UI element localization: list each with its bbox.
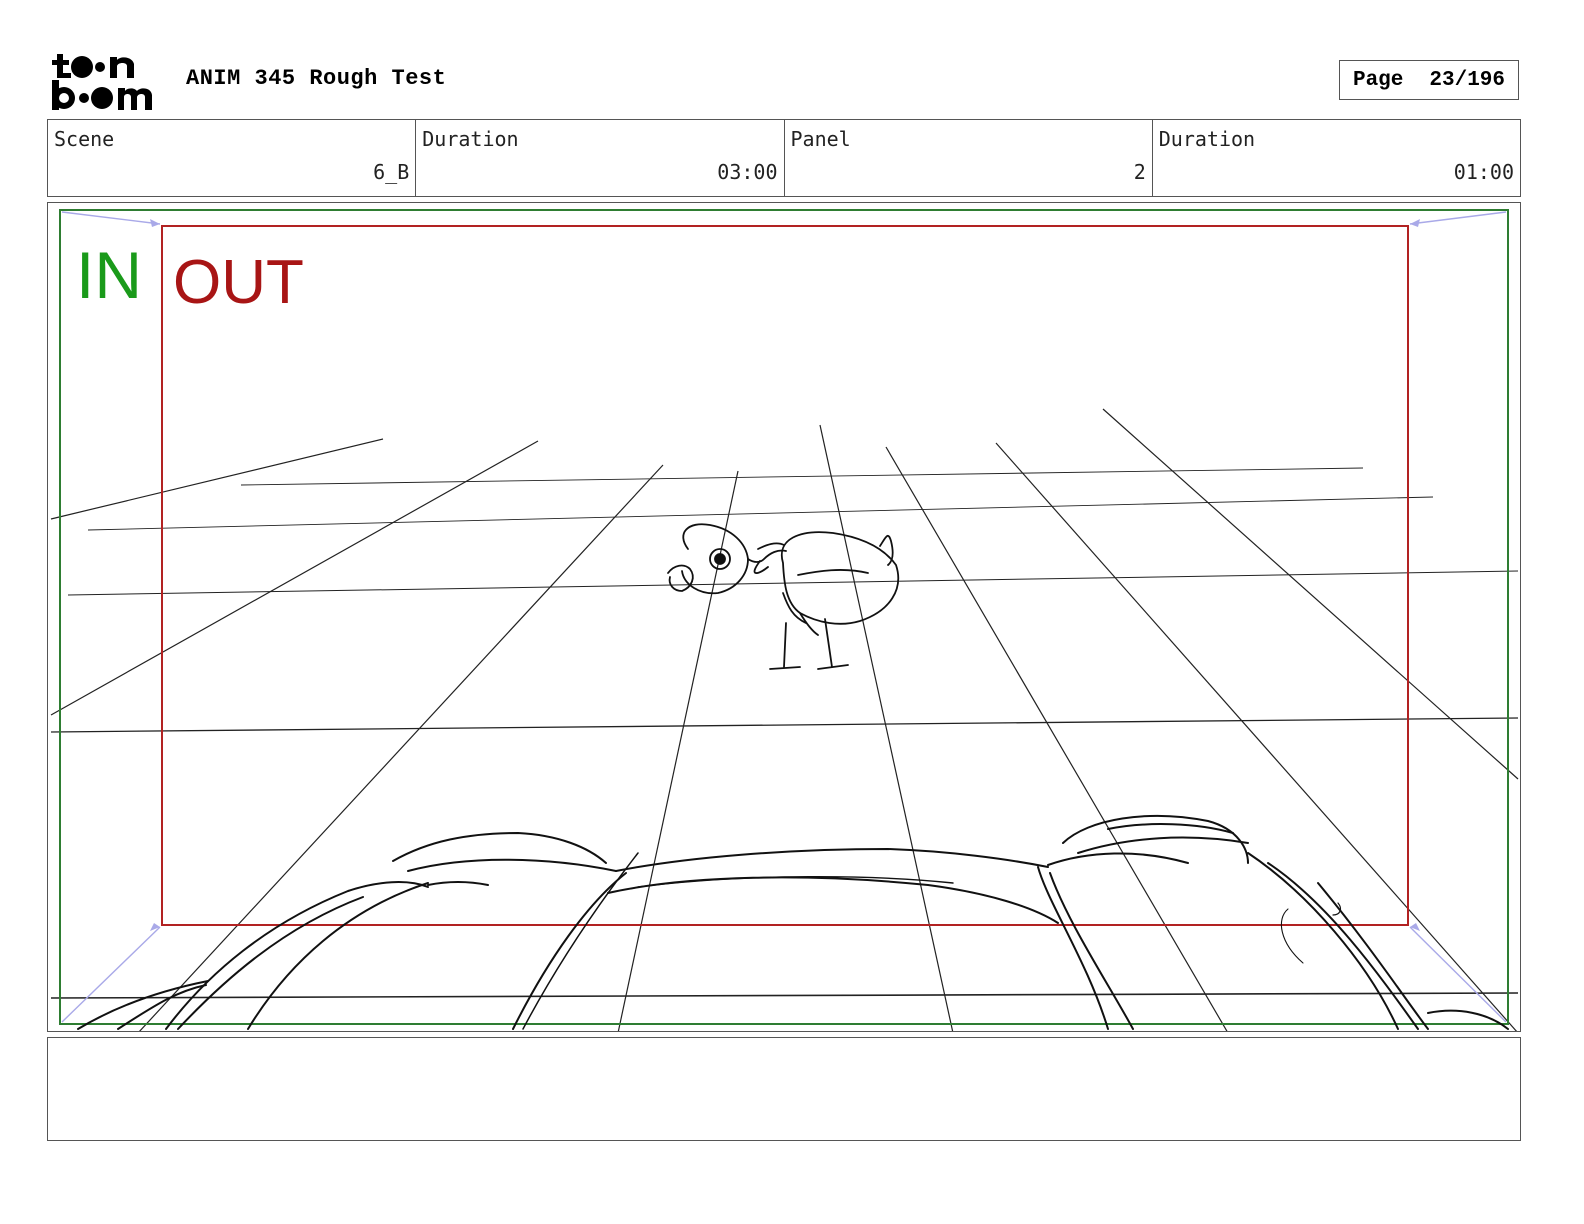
scene-duration-cell: Duration 03:00 — [415, 120, 783, 196]
toon-boom-logo — [52, 54, 152, 110]
in-frame — [59, 209, 1509, 1025]
corner-arrows — [150, 219, 1420, 931]
panel-duration-value: 01:00 — [1453, 160, 1514, 184]
bird-sketch — [667, 523, 900, 670]
in-label: IN — [76, 238, 142, 312]
panel-value: 2 — [1133, 160, 1146, 184]
corner-guides — [61, 211, 1507, 1023]
project-title: ANIM 345 Rough Test — [186, 66, 447, 91]
storyboard-panel: IN OUT — [47, 202, 1521, 1032]
page-number: 23/196 — [1429, 68, 1506, 92]
panel-duration-label: Duration — [1158, 127, 1256, 151]
page-indicator: Page 23/196 — [1339, 60, 1519, 100]
floor-grid — [50, 408, 1519, 1031]
scene-value: 6_B — [373, 160, 410, 184]
scene-duration-label: Duration — [422, 127, 519, 151]
panel-cell: Panel 2 — [783, 120, 1152, 196]
scene-label: Scene — [54, 127, 115, 151]
scene-duration-value: 03:00 — [717, 160, 778, 184]
scene-cell: Scene 6_B — [48, 120, 415, 196]
panel-duration-cell: Duration 01:00 — [1151, 120, 1520, 196]
info-row: Scene 6_B Duration 03:00 Panel 2 Duratio… — [47, 119, 1521, 197]
page-label: Page — [1352, 68, 1404, 92]
panel-drawing: IN OUT — [50, 209, 1519, 1031]
notes-area — [47, 1037, 1521, 1141]
out-label: OUT — [173, 248, 304, 317]
panel-label: Panel — [790, 127, 851, 151]
